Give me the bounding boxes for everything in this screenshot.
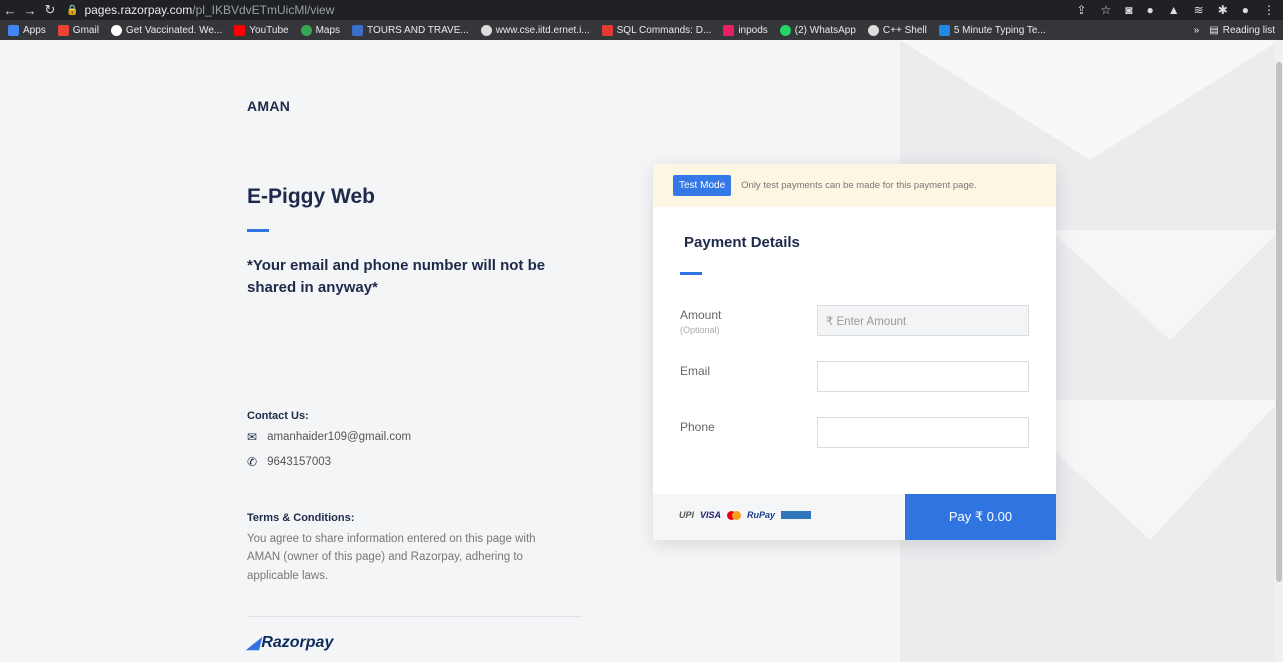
share-icon[interactable]: ⇪ xyxy=(1076,3,1086,17)
bookmark-star-icon[interactable]: ☆ xyxy=(1100,3,1111,17)
url-host: pages.razorpay.com xyxy=(84,3,193,17)
razorpay-logo[interactable]: ◢ Razorpay xyxy=(247,633,333,653)
email-input[interactable] xyxy=(817,361,1029,392)
bookmark-youtube[interactable]: YouTube xyxy=(234,24,289,36)
reading-list-icon: ▤ xyxy=(1209,24,1219,36)
bookmark-whatsapp[interactable]: (2) WhatsApp xyxy=(779,24,856,36)
page-description: *Your email and phone number will not be… xyxy=(247,257,546,296)
browser-toolbar: ← → ↻ 🔒 pages.razorpay.com/pl_IKBVdvETmU… xyxy=(0,0,1283,20)
apps-grid-icon xyxy=(8,24,19,36)
more-bookmarks-button[interactable]: » xyxy=(1194,25,1200,36)
test-mode-banner: Test Mode Only test payments can be made… xyxy=(653,164,1056,207)
razorpay-brand: Razorpay xyxy=(261,634,334,651)
background-shape xyxy=(900,40,1275,160)
email-label: Email xyxy=(680,364,711,378)
profile-icon[interactable]: ● xyxy=(1242,3,1249,17)
bookmark-gmail[interactable]: Gmail xyxy=(57,24,99,36)
network-icon[interactable]: ≋ xyxy=(1194,3,1204,17)
divider xyxy=(247,616,582,617)
visa-logo: VISA xyxy=(700,510,722,520)
contact-heading: Contact Us: xyxy=(247,410,309,422)
terms-heading: Terms & Conditions: xyxy=(247,512,355,524)
merchant-name: AMAN xyxy=(247,98,291,114)
pay-button[interactable]: Pay ₹ 0.00 xyxy=(905,494,1056,540)
title-underline xyxy=(247,229,269,232)
bookmark-sql[interactable]: SQL Commands: D... xyxy=(601,24,711,36)
reading-list-button[interactable]: ▤ Reading list xyxy=(1209,25,1275,36)
rupay-logo: RuPay xyxy=(747,510,776,520)
globe-icon xyxy=(867,24,879,36)
maps-pin-icon xyxy=(300,24,312,36)
google-icon xyxy=(110,24,122,36)
inpods-icon xyxy=(723,24,735,36)
phone-icon: ✆ xyxy=(247,455,258,469)
payment-details-title: Payment Details xyxy=(684,234,800,251)
bookmark-cse-iitd[interactable]: www.cse.iitd.ernet.i... xyxy=(480,24,590,36)
globe-icon xyxy=(480,24,492,36)
mail-icon: ✉ xyxy=(247,430,258,444)
amount-optional-label: (Optional) xyxy=(680,325,720,335)
razorpay-mark-icon: ◢ xyxy=(247,635,260,652)
address-bar[interactable]: 🔒 pages.razorpay.com/pl_IKBVdvETmUicMl/v… xyxy=(66,3,334,17)
page-title: E-Piggy Web xyxy=(247,185,375,208)
bookmark-typing[interactable]: 5 Minute Typing Te... xyxy=(938,24,1046,36)
youtube-icon xyxy=(234,24,246,36)
background-shape xyxy=(1050,230,1275,340)
terms-text: You agree to share information entered o… xyxy=(247,533,536,582)
scrollbar-thumb[interactable] xyxy=(1276,62,1282,582)
bookmark-cpp-shell[interactable]: C++ Shell xyxy=(867,24,927,36)
bookmark-apps[interactable]: Apps xyxy=(8,24,46,36)
url-path: /pl_IKBVdvETmUicMl/view xyxy=(192,3,335,17)
camera-extension-icon[interactable]: ◙ xyxy=(1125,3,1132,17)
payment-card: Test Mode Only test payments can be made… xyxy=(653,164,1056,540)
drive-extension-icon[interactable]: ▲ xyxy=(1168,3,1180,17)
contact-phone-row: ✆ 9643157003 xyxy=(247,455,331,469)
lock-icon: 🔒 xyxy=(66,4,79,16)
contact-phone[interactable]: 9643157003 xyxy=(267,456,331,468)
phone-label: Phone xyxy=(680,420,715,434)
test-mode-text: Only test payments can be made for this … xyxy=(741,180,977,191)
bookmark-maps[interactable]: Maps xyxy=(300,24,340,36)
whatsapp-icon xyxy=(779,24,791,36)
page-scrollbar[interactable] xyxy=(1275,40,1283,662)
forward-icon[interactable]: → xyxy=(20,3,40,18)
payment-method-logos: UPI VISA RuPay xyxy=(679,510,812,520)
bookmark-tours[interactable]: TOURS AND TRAVE... xyxy=(352,24,469,36)
amount-label: Amount xyxy=(680,308,722,322)
payment-page: AMAN E-Piggy Web *Your email and phone n… xyxy=(0,40,1275,662)
mastercard-icon xyxy=(727,510,742,520)
puzzle-extensions-icon[interactable]: ✱ xyxy=(1218,3,1228,17)
contact-email[interactable]: amanhaider109@gmail.com xyxy=(267,431,411,443)
typing-icon xyxy=(938,24,950,36)
reload-icon[interactable]: ↻ xyxy=(40,2,60,18)
upi-logo: UPI xyxy=(679,510,695,520)
extension-icon[interactable]: ● xyxy=(1146,3,1153,17)
amex-icon xyxy=(781,511,812,519)
menu-kebab-icon[interactable]: ⋮ xyxy=(1263,3,1275,17)
payment-title-underline xyxy=(680,272,702,275)
phone-input[interactable] xyxy=(817,417,1029,448)
bookmarks-bar: Apps Gmail Get Vaccinated. We... YouTube… xyxy=(0,20,1283,40)
amount-input[interactable]: ₹ Enter Amount xyxy=(817,305,1029,336)
sql-icon xyxy=(601,24,613,36)
back-icon[interactable]: ← xyxy=(0,3,20,18)
test-mode-badge: Test Mode xyxy=(673,175,732,196)
bookmark-vaccinated[interactable]: Get Vaccinated. We... xyxy=(110,24,222,36)
contact-email-row: ✉ amanhaider109@gmail.com xyxy=(247,430,411,444)
bookmark-inpods[interactable]: inpods xyxy=(723,24,768,36)
gmail-icon xyxy=(57,24,69,36)
tours-icon xyxy=(352,24,364,36)
